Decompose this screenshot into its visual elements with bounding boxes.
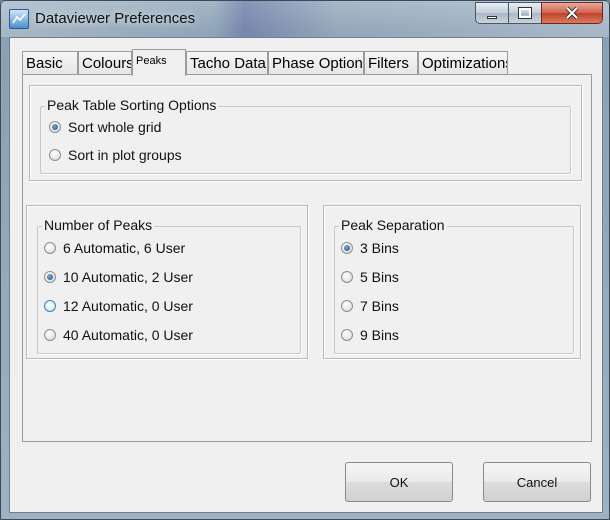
radio-button[interactable]	[341, 271, 353, 283]
peaks-groupbox: Number of Peaks 6 Automatic, 6 User 10 A…	[37, 217, 301, 354]
radio-label: 5 Bins	[360, 269, 399, 285]
radio-9-bins[interactable]: 9 Bins	[341, 327, 399, 343]
dialog-client-area: Basic Colours Peaks Tacho Data Phase Opt…	[9, 37, 603, 513]
app-icon[interactable]	[9, 9, 29, 29]
maximize-icon	[518, 7, 532, 19]
sorting-group-title: Peak Table Sorting Options	[45, 97, 219, 113]
sorting-groupbox: Peak Table Sorting Options Sort whole gr…	[40, 97, 571, 174]
radio-sort-whole-grid[interactable]: Sort whole grid	[49, 119, 161, 135]
radio-label: Sort in plot groups	[68, 147, 182, 163]
close-icon	[565, 6, 579, 20]
radio-12-auto-0-user[interactable]: 12 Automatic, 0 User	[44, 298, 193, 314]
radio-button[interactable]	[49, 149, 61, 161]
peaks-group-title: Number of Peaks	[42, 217, 155, 233]
peaks-section: Number of Peaks 6 Automatic, 6 User 10 A…	[26, 205, 308, 359]
tab-peaks[interactable]: Peaks	[132, 49, 186, 76]
radio-3-bins[interactable]: 3 Bins	[341, 240, 399, 256]
minimize-button[interactable]	[475, 2, 509, 24]
radio-5-bins[interactable]: 5 Bins	[341, 269, 399, 285]
radio-label: 40 Automatic, 0 User	[63, 327, 193, 343]
tab-phase-options[interactable]: Phase Options	[268, 51, 364, 75]
radio-label: 12 Automatic, 0 User	[63, 298, 193, 314]
tab-colours[interactable]: Colours	[78, 51, 132, 75]
tab-optimizations[interactable]: Optimizations	[418, 51, 508, 75]
separation-groupbox: Peak Separation 3 Bins 5 Bins 7 Bins 9 B…	[334, 217, 574, 354]
radio-label: 3 Bins	[360, 240, 399, 256]
tab-panel-peaks: Peak Table Sorting Options Sort whole gr…	[22, 74, 592, 442]
radio-sort-plot-groups[interactable]: Sort in plot groups	[49, 147, 182, 163]
tab-tacho-data[interactable]: Tacho Data	[186, 51, 268, 75]
radio-10-auto-2-user[interactable]: 10 Automatic, 2 User	[44, 269, 193, 285]
radio-button[interactable]	[44, 242, 56, 254]
radio-button[interactable]	[341, 300, 353, 312]
close-button[interactable]	[541, 2, 603, 24]
radio-label: 7 Bins	[360, 298, 399, 314]
radio-7-bins[interactable]: 7 Bins	[341, 298, 399, 314]
maximize-button[interactable]	[508, 2, 542, 24]
minimize-icon	[487, 15, 497, 19]
separation-section: Peak Separation 3 Bins 5 Bins 7 Bins 9 B…	[323, 205, 581, 359]
radio-6-auto-6-user[interactable]: 6 Automatic, 6 User	[44, 240, 185, 256]
cancel-button[interactable]: Cancel	[483, 462, 591, 502]
radio-button[interactable]	[341, 242, 353, 254]
tab-filters[interactable]: Filters	[364, 51, 418, 75]
radio-button[interactable]	[44, 271, 56, 283]
dialog-window: Dataviewer Preferences Basic Colours Pea…	[0, 0, 610, 520]
radio-button[interactable]	[44, 329, 56, 341]
radio-label: Sort whole grid	[68, 119, 162, 135]
ok-button[interactable]: OK	[345, 462, 453, 502]
radio-button[interactable]	[49, 121, 61, 133]
tab-basic[interactable]: Basic	[22, 51, 78, 75]
radio-button[interactable]	[44, 300, 56, 312]
separation-group-title: Peak Separation	[339, 217, 447, 233]
title-bar[interactable]: Dataviewer Preferences	[1, 1, 609, 37]
sorting-section: Peak Table Sorting Options Sort whole gr…	[29, 85, 582, 181]
window-title: Dataviewer Preferences	[35, 10, 196, 27]
radio-label: 10 Automatic, 2 User	[63, 269, 193, 285]
radio-button[interactable]	[341, 329, 353, 341]
radio-label: 6 Automatic, 6 User	[63, 240, 186, 256]
radio-label: 9 Bins	[360, 327, 399, 343]
radio-40-auto-0-user[interactable]: 40 Automatic, 0 User	[44, 327, 193, 343]
